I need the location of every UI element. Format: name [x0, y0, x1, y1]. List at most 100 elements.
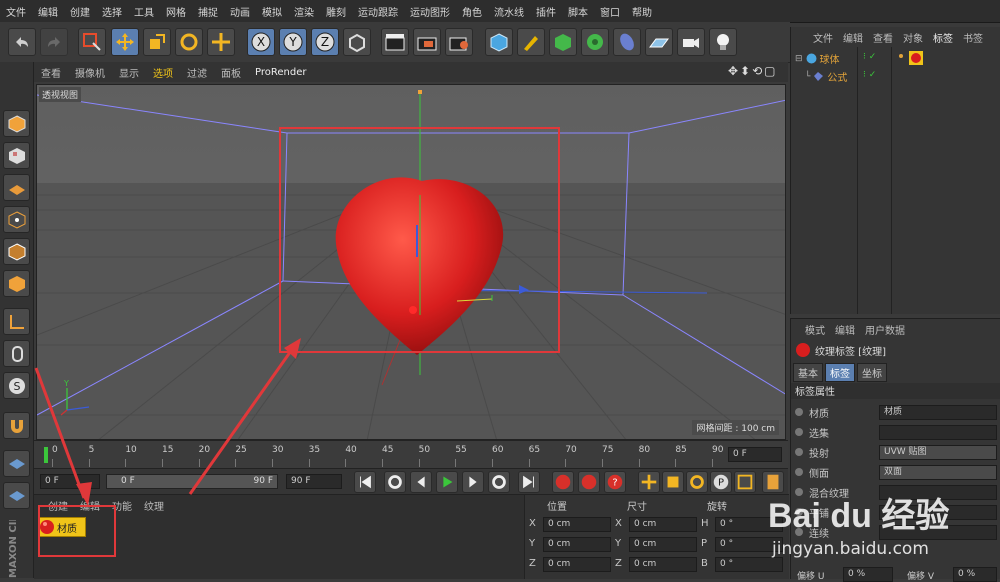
play-button[interactable] — [436, 471, 458, 493]
floor-button[interactable] — [645, 28, 673, 56]
attr-radio-6[interactable] — [795, 528, 803, 536]
object-menu-item-3[interactable]: 对象 — [898, 30, 928, 45]
offset-v-field[interactable]: 0 % — [953, 567, 997, 582]
undo-button[interactable] — [8, 28, 36, 56]
array-button[interactable] — [581, 28, 609, 56]
planar-workplane-button[interactable] — [3, 482, 30, 509]
menu-item-15[interactable]: 插件 — [530, 4, 562, 19]
menu-item-2[interactable]: 创建 — [64, 4, 96, 19]
menu-item-8[interactable]: 模拟 — [256, 4, 288, 19]
menu-item-9[interactable]: 渲染 — [288, 4, 320, 19]
attr-field-4[interactable] — [879, 485, 997, 500]
coord-field-b-0[interactable]: 0 cm — [629, 517, 697, 532]
next-frame-button[interactable] — [462, 471, 484, 493]
render-view-button[interactable] — [381, 28, 409, 56]
attr-field-5[interactable] — [879, 505, 997, 520]
key-pla-button[interactable] — [734, 471, 756, 493]
model-mode-button[interactable] — [3, 110, 30, 137]
polygon-mode-button[interactable] — [3, 270, 30, 297]
x-axis-button[interactable]: X — [247, 28, 275, 56]
menu-item-5[interactable]: 网格 — [160, 4, 192, 19]
viewport-menu-item-2[interactable]: 显示 — [112, 65, 146, 80]
timeline-ruler[interactable]: 0 5 10 15 20 25 30 35 40 45 50 55 60 65 70 75 80 85 90 0 F — [34, 440, 788, 469]
timeline-window-button[interactable] — [762, 471, 784, 493]
menu-item-3[interactable]: 选择 — [96, 4, 128, 19]
viewport-menu-item-4[interactable]: 过滤 — [180, 65, 214, 80]
viewport-menu-item-0[interactable]: 查看 — [34, 65, 68, 80]
texture-tag-icon[interactable] — [897, 51, 923, 65]
keyframe-help-button[interactable]: ? — [604, 471, 626, 493]
attr-radio-0[interactable] — [795, 408, 803, 416]
perspective-viewport[interactable]: Y 透视视图 网格间距 : 100 cm — [36, 84, 786, 440]
attr-field-2[interactable]: UVW 贴图 — [879, 445, 997, 460]
scale-button[interactable] — [143, 28, 171, 56]
y-axis-button[interactable]: Y — [279, 28, 307, 56]
lock-workplane-button[interactable] — [3, 450, 30, 477]
key-rotate-button[interactable] — [686, 471, 708, 493]
menu-item-1[interactable]: 编辑 — [32, 4, 64, 19]
axis-mode-button[interactable] — [3, 308, 30, 335]
menu-item-7[interactable]: 动画 — [224, 4, 256, 19]
attr-radio-4[interactable] — [795, 488, 803, 496]
attr-field-3[interactable]: 双面 — [879, 465, 997, 480]
current-frame-field[interactable]: 0 F — [728, 447, 782, 462]
coord-field-c-2[interactable]: 0 ° — [715, 557, 783, 572]
coord-field-b-2[interactable]: 0 cm — [629, 557, 697, 572]
menu-item-17[interactable]: 窗口 — [594, 4, 626, 19]
object-menu-item-2[interactable]: 查看 — [868, 30, 898, 45]
goto-end-button[interactable] — [518, 471, 540, 493]
coord-system-button[interactable] — [343, 28, 371, 56]
attribute-menu-item-1[interactable]: 编辑 — [835, 322, 855, 337]
z-axis-button[interactable]: Z — [311, 28, 339, 56]
deformer-button[interactable] — [613, 28, 641, 56]
prev-key-button[interactable] — [384, 471, 406, 493]
coord-field-c-0[interactable]: 0 ° — [715, 517, 783, 532]
coord-field-a-1[interactable]: 0 cm — [543, 537, 611, 552]
render-region-button[interactable] — [413, 28, 441, 56]
viewport-menu-item-1[interactable]: 摄像机 — [68, 65, 112, 80]
attribute-tab-1[interactable]: 标签 — [825, 363, 855, 382]
live-select-button[interactable] — [78, 28, 106, 56]
frame-range-slider[interactable]: 0 F 90 F — [106, 474, 278, 489]
move-button[interactable] — [111, 28, 139, 56]
menu-item-14[interactable]: 流水线 — [488, 4, 530, 19]
subdivision-button[interactable] — [549, 28, 577, 56]
coord-field-a-0[interactable]: 0 cm — [543, 517, 611, 532]
record-button[interactable] — [552, 471, 574, 493]
menu-item-0[interactable]: 文件 — [0, 4, 32, 19]
key-move-button[interactable] — [638, 471, 660, 493]
magnet-button[interactable] — [3, 412, 30, 439]
light-button[interactable] — [709, 28, 737, 56]
end-frame-field[interactable]: 90 F — [286, 474, 342, 489]
coord-field-a-2[interactable]: 0 cm — [543, 557, 611, 572]
workplane-mode-button[interactable] — [3, 174, 30, 201]
object-menu-item-0[interactable]: 文件 — [791, 30, 838, 45]
snap-button[interactable]: S — [3, 372, 30, 399]
object-row-sphere[interactable]: ⊟ 球体 — [795, 51, 840, 66]
object-row-formula[interactable]: └ 公式 — [805, 69, 847, 85]
attr-radio-2[interactable] — [795, 448, 803, 456]
menu-item-16[interactable]: 脚本 — [562, 4, 594, 19]
attr-radio-3[interactable] — [795, 468, 803, 476]
sphere-visibility-check[interactable]: ⁝ ✓ — [863, 52, 876, 62]
playhead[interactable] — [44, 447, 48, 463]
viewport-nav-icons[interactable]: ✥⬍⟲▢ — [728, 64, 778, 78]
object-menu-item-4[interactable]: 标签 — [928, 30, 958, 45]
next-key-button[interactable] — [488, 471, 510, 493]
redo-button[interactable] — [40, 28, 68, 56]
autokey-button[interactable] — [578, 471, 600, 493]
attribute-menu-item-2[interactable]: 用户数据 — [865, 322, 905, 337]
attr-field-0[interactable]: 材质 — [879, 405, 997, 420]
tweak-mode-button[interactable] — [3, 340, 30, 367]
menu-item-10[interactable]: 雕刻 — [320, 4, 352, 19]
object-menu-item-1[interactable]: 编辑 — [838, 30, 868, 45]
coord-field-c-1[interactable]: 0 ° — [715, 537, 783, 552]
attr-radio-1[interactable] — [795, 428, 803, 436]
menu-item-6[interactable]: 捕捉 — [192, 4, 224, 19]
edge-mode-button[interactable] — [3, 238, 30, 265]
attr-field-1[interactable] — [879, 425, 997, 440]
attribute-tab-0[interactable]: 基本 — [793, 363, 823, 382]
cube-button[interactable] — [485, 28, 513, 56]
menu-item-11[interactable]: 运动跟踪 — [352, 4, 404, 19]
start-frame-field[interactable]: 0 F — [40, 474, 100, 489]
